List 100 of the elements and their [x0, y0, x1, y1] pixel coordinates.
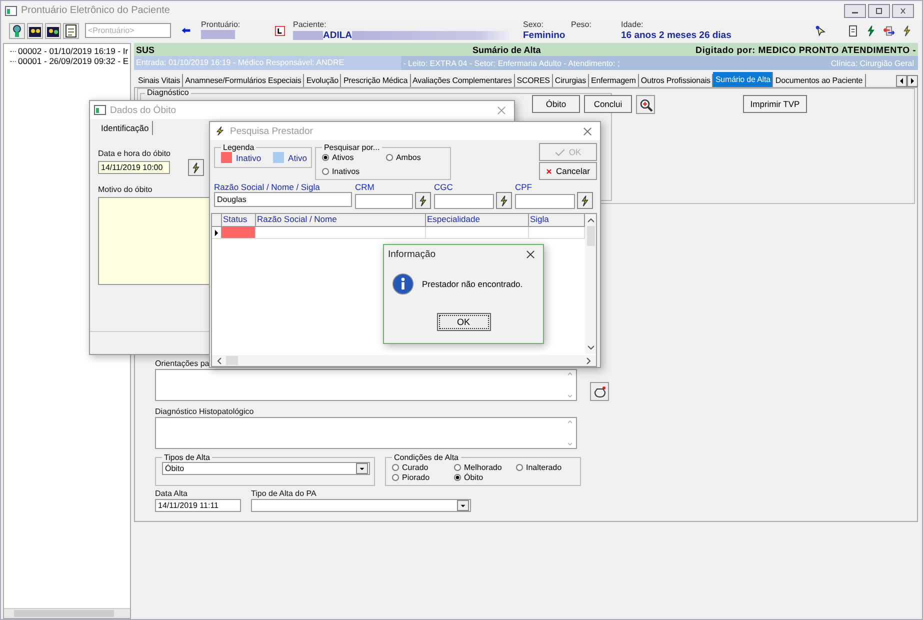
caret-down-icon — [460, 504, 466, 508]
dropdown[interactable]: Óbito — [162, 462, 370, 475]
field-label: Diagnóstico Histopatológico — [155, 407, 254, 417]
tree-item[interactable]: 00002 - 01/10/2019 16:19 - Ir — [18, 46, 128, 56]
field-label: Motivo do óbito — [98, 185, 152, 195]
zoom-button[interactable] — [636, 95, 655, 114]
banner-title: Sumário de Alta — [472, 44, 541, 54]
datetime-field[interactable]: 14/11/2019 10:00 — [98, 161, 170, 174]
lightning-button[interactable] — [496, 192, 512, 209]
redacted-block — [346, 56, 402, 70]
user-icon[interactable] — [9, 22, 25, 38]
info-text: Entrada: 01/10/2019 16:19 - Médico Responsável: ANDRE — [134, 56, 346, 70]
pointer-icon[interactable] — [815, 24, 827, 36]
lightning-icon[interactable] — [901, 24, 913, 36]
search-field[interactable]: Douglas — [214, 192, 352, 207]
minimize-button[interactable] — [844, 4, 866, 18]
scroll-thumb[interactable] — [226, 356, 238, 365]
radio-option[interactable]: Melhorado — [454, 462, 516, 472]
close-icon[interactable] — [583, 126, 592, 136]
redacted-block — [201, 30, 235, 39]
caret-down-icon[interactable] — [586, 345, 594, 351]
scroll-left-button[interactable] — [896, 75, 907, 87]
group-title: Tipos de Alta — [163, 453, 211, 462]
ok-button[interactable]: OK — [436, 313, 490, 331]
age-value: 16 anos 2 meses 26 dias — [621, 30, 732, 41]
arrows-icon[interactable] — [883, 24, 895, 36]
legend-label: Inativo — [236, 152, 262, 162]
info-text: Clínica: Cirurgião Geral — [830, 58, 915, 68]
column-header[interactable]: Razão Social / Nome — [256, 214, 426, 226]
scroll-thumb[interactable] — [586, 226, 594, 246]
caret-right-icon[interactable] — [586, 356, 592, 364]
field-label: Data Alta — [155, 489, 188, 499]
document-icon[interactable] — [63, 22, 79, 38]
info-text: - Leito: EXTRA 04 - Setor: Enfermaria Adulto - Atendimento: ; — [403, 58, 620, 68]
sex-value: Feminino — [523, 30, 565, 41]
field-label: Data e hora do óbito — [98, 149, 170, 159]
users-icon[interactable] — [27, 22, 43, 38]
column-header[interactable]: Status — [222, 214, 256, 226]
text-area[interactable] — [155, 417, 577, 449]
radio-option[interactable]: Ativos — [322, 152, 386, 162]
radio-option[interactable]: Piorado — [392, 472, 454, 482]
radio-option[interactable]: Curado — [392, 462, 454, 472]
lightning-icon — [190, 162, 202, 174]
field-label: Razão Social / Nome / Sigla — [214, 182, 321, 192]
close-icon[interactable] — [526, 250, 535, 258]
patient-label: Paciente: — [293, 20, 328, 30]
text-area[interactable] — [155, 369, 577, 401]
search-field[interactable] — [355, 194, 413, 209]
letter-icon — [275, 26, 285, 36]
lightning-button[interactable] — [577, 192, 593, 209]
search-field[interactable] — [515, 194, 575, 209]
field-label: CGC — [434, 182, 454, 192]
group-title: Condições de Alta — [393, 453, 460, 462]
close-button[interactable] — [892, 4, 914, 18]
text-area[interactable] — [98, 197, 212, 285]
caret-left-icon[interactable] — [216, 356, 222, 364]
lightning-icon[interactable] — [865, 24, 877, 36]
field-label: CRM — [355, 182, 376, 192]
radio-option[interactable]: Inativos — [322, 166, 386, 176]
info-icon — [392, 273, 414, 295]
users-icon[interactable] — [45, 22, 61, 38]
scrollbar[interactable] — [4, 608, 130, 618]
tab[interactable]: Sumário de Alta — [713, 72, 774, 87]
maximize-button[interactable] — [868, 4, 890, 18]
search-field[interactable] — [434, 194, 494, 209]
radio-option[interactable]: Inalterado — [516, 462, 576, 472]
message-text: Prestador não encontrado. — [422, 279, 523, 289]
field-label: Orientações pa — [155, 359, 210, 369]
dropdown[interactable] — [251, 499, 471, 512]
print-button[interactable]: Imprimir TVP — [743, 95, 807, 113]
lightning-button[interactable] — [415, 192, 431, 209]
caret-left-icon — [899, 78, 904, 84]
document-icon[interactable] — [847, 24, 859, 36]
group-title: Diagnóstico — [146, 89, 190, 97]
group-title: Pesquisar por... — [322, 143, 381, 152]
record-label: Prontuário: — [201, 20, 242, 30]
column-header[interactable]: Especialidade — [426, 214, 529, 226]
caret-up-icon[interactable] — [586, 217, 594, 223]
patient-name: ADILA — [323, 30, 352, 41]
cancel-button[interactable]: Cancelar — [539, 162, 597, 180]
lightning-icon — [498, 194, 510, 206]
age-label: Idade: — [621, 20, 644, 30]
action-button[interactable]: Conclui — [584, 95, 632, 113]
radio-option[interactable]: Óbito — [454, 472, 516, 482]
lightning-icon — [579, 194, 591, 206]
redacted-block — [293, 31, 323, 40]
scroll-right-button[interactable] — [907, 75, 918, 87]
scroll-thumb[interactable] — [14, 610, 114, 617]
hand-button[interactable] — [590, 382, 609, 401]
record-search-field[interactable]: <Prontuário> — [85, 23, 171, 38]
date-field[interactable]: 14/11/2019 11:11 — [155, 499, 241, 512]
radio-option[interactable]: Ambos — [386, 152, 446, 162]
scrollbar[interactable] — [212, 355, 596, 366]
scrollbar[interactable] — [585, 214, 596, 354]
action-button[interactable]: Óbito — [532, 95, 580, 113]
arrow-left-icon[interactable] — [181, 27, 191, 34]
tree-item[interactable]: 00001 - 26/09/2019 09:32 - E — [18, 56, 129, 66]
lightning-button[interactable] — [188, 159, 204, 176]
sex-label: Sexo: — [523, 20, 544, 30]
field-label: CPF — [515, 182, 533, 192]
